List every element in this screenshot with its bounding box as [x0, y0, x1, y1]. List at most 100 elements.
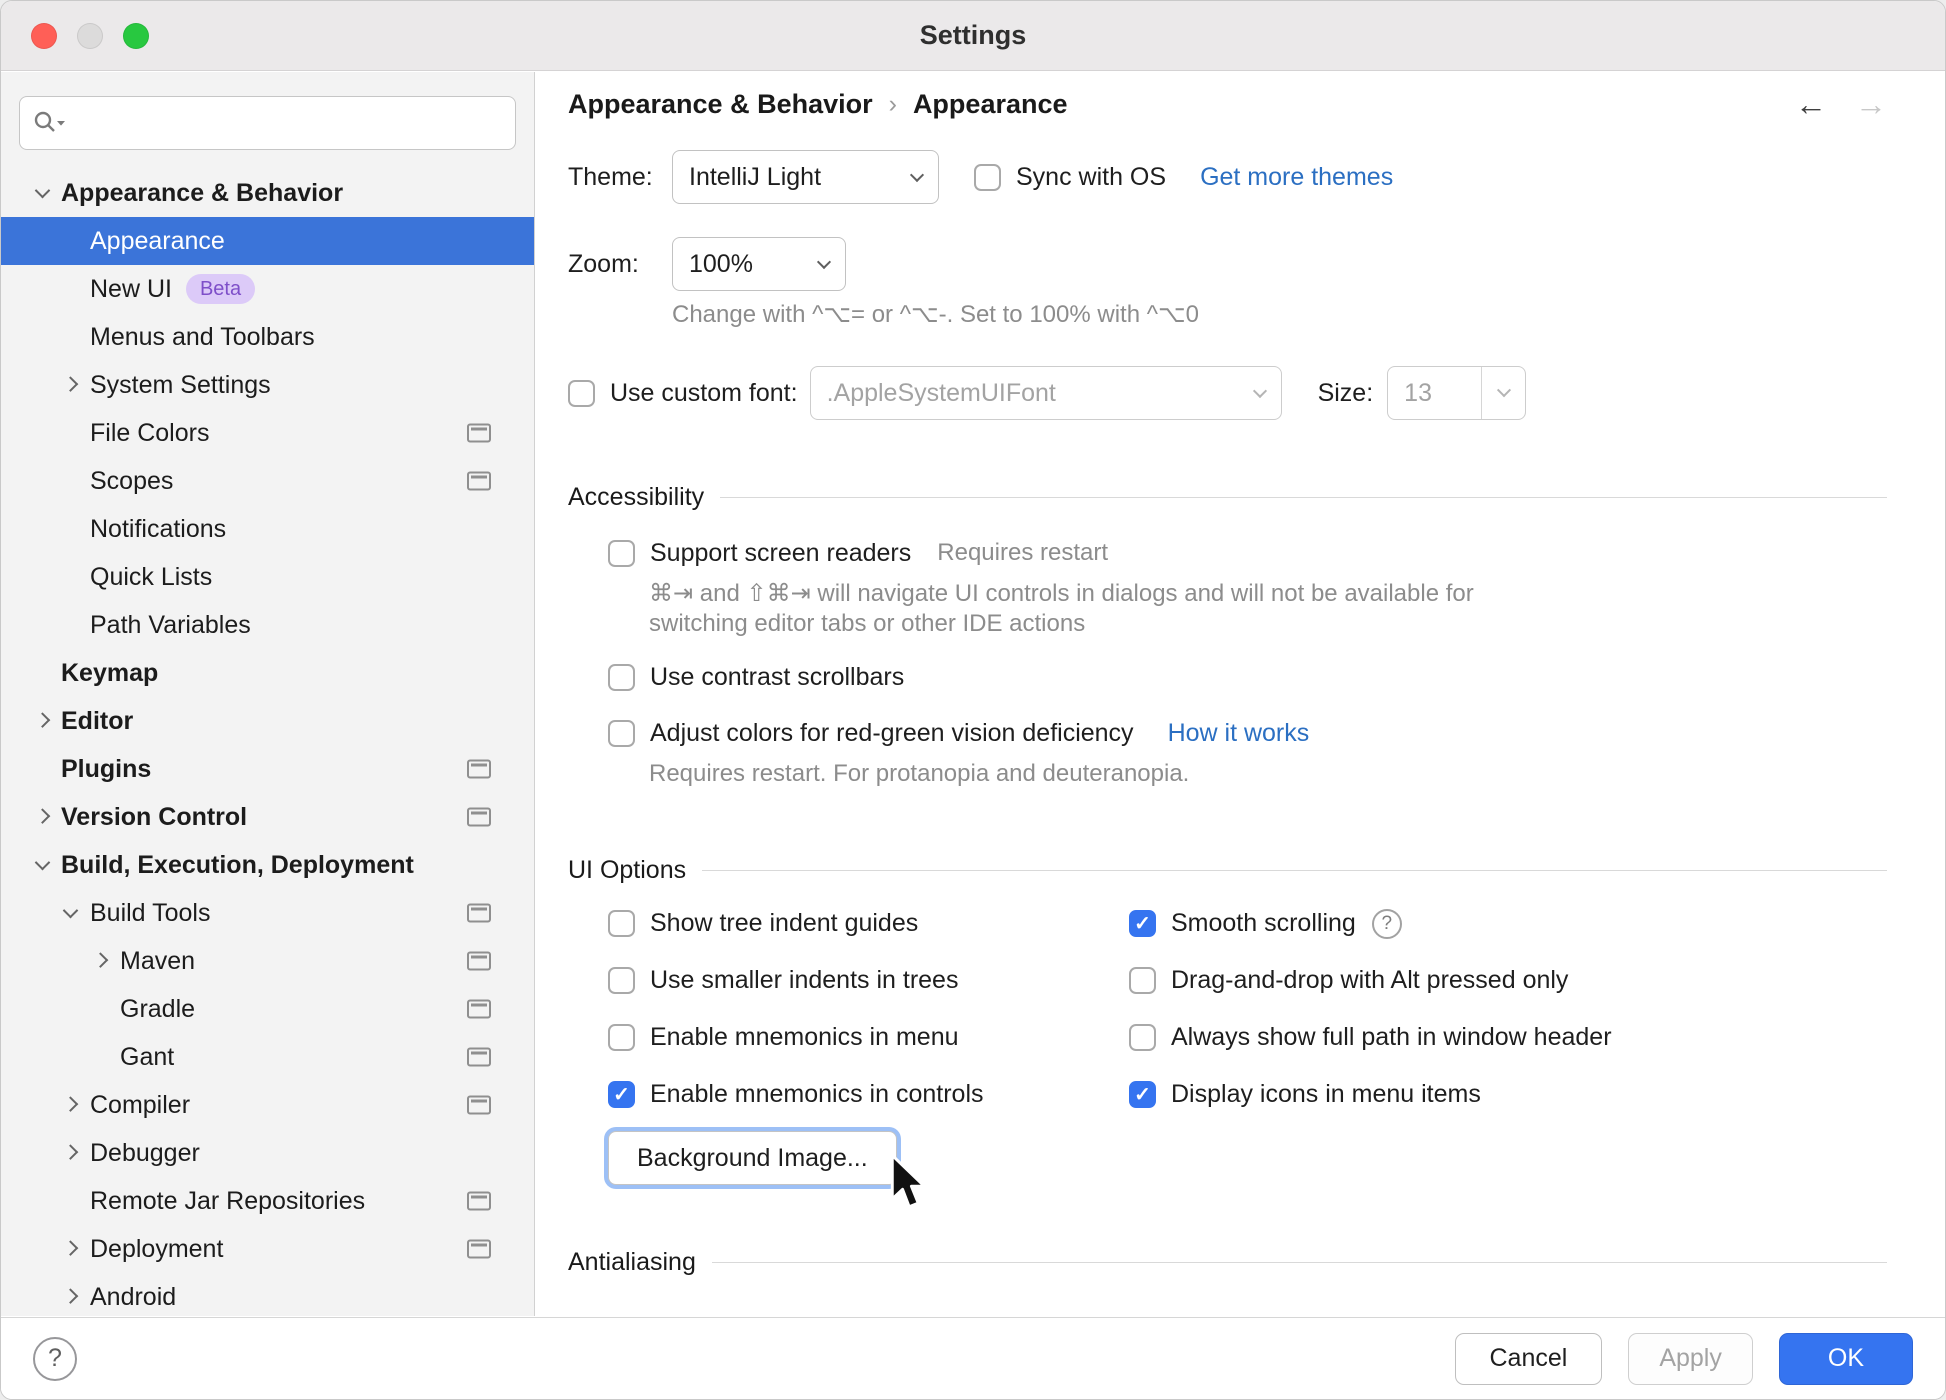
- titlebar: Settings: [1, 1, 1945, 71]
- full-path-window-header-checkbox[interactable]: [1129, 1024, 1156, 1051]
- smooth-scrolling-checkbox[interactable]: [1129, 910, 1156, 937]
- sidebar-item-menus-and-toolbars[interactable]: Menus and Toolbars: [1, 313, 534, 361]
- back-button[interactable]: ←: [1795, 86, 1827, 123]
- forward-button: →: [1855, 85, 1887, 122]
- drag-drop-alt-label: Drag-and-drop with Alt pressed only: [1171, 966, 1569, 994]
- background-image-button[interactable]: Background Image...: [608, 1131, 897, 1185]
- ide-settings-icon: [467, 759, 491, 779]
- accessibility-title: Accessibility: [568, 482, 705, 511]
- sidebar-item-maven[interactable]: Maven: [1, 937, 534, 985]
- screen-readers-hint: ⌘⇥ and ⇧⌘⇥ will navigate UI controls in …: [649, 580, 1474, 637]
- sidebar-item-build-tools[interactable]: Build Tools: [1, 889, 534, 937]
- drag-drop-alt-checkbox[interactable]: [1129, 967, 1156, 994]
- window-title: Settings: [919, 20, 1027, 50]
- sidebar-item-appearance-behavior[interactable]: Appearance & Behavior: [1, 169, 534, 217]
- breadcrumb-separator-icon: ›: [888, 89, 897, 118]
- theme-dropdown[interactable]: IntelliJ Light: [672, 150, 939, 204]
- use-custom-font-checkbox[interactable]: [568, 379, 595, 407]
- dialog-footer: ? Cancel Apply OK: [1, 1317, 1945, 1399]
- section-divider: [720, 496, 1887, 498]
- search-icon: [34, 111, 65, 132]
- page-title: Appearance: [912, 88, 1068, 119]
- minimize-window-button[interactable]: [77, 22, 103, 49]
- settings-search[interactable]: [19, 96, 516, 150]
- sidebar-item-new-ui[interactable]: New UI Beta: [1, 265, 534, 313]
- display-icons-menu-checkbox[interactable]: [1129, 1081, 1156, 1108]
- search-history-chevron-icon: [57, 121, 65, 126]
- section-divider: [711, 1261, 1887, 1263]
- sidebar-item-appearance[interactable]: Appearance: [1, 217, 534, 265]
- sidebar-item-scopes[interactable]: Scopes: [1, 457, 534, 505]
- support-screen-readers-checkbox[interactable]: [608, 539, 635, 567]
- mnemonics-menu-checkbox[interactable]: [608, 1024, 635, 1051]
- ide-settings-icon: [467, 1239, 491, 1259]
- show-tree-indent-guides-checkbox[interactable]: [608, 910, 635, 937]
- ok-button[interactable]: OK: [1778, 1332, 1913, 1385]
- sidebar-item-gradle[interactable]: Gradle: [1, 985, 534, 1033]
- sidebar-item-file-colors[interactable]: File Colors: [1, 409, 534, 457]
- get-more-themes-link[interactable]: Get more themes: [1200, 163, 1393, 192]
- zoom-label: Zoom:: [568, 249, 639, 278]
- search-input[interactable]: [74, 109, 503, 137]
- sidebar-item-version-control[interactable]: Version Control: [1, 793, 534, 841]
- red-green-vision-label: Adjust colors for red-green vision defic…: [650, 718, 1134, 747]
- chevron-down-icon: [816, 254, 832, 269]
- help-icon[interactable]: ?: [1371, 908, 1402, 939]
- settings-window: Settings Appearance & Behavior Appearanc…: [0, 0, 1946, 1400]
- sidebar-item-system-settings[interactable]: System Settings: [1, 361, 534, 409]
- contrast-scrollbars-checkbox[interactable]: [608, 663, 635, 691]
- sidebar-item-build-execution-deployment[interactable]: Build, Execution, Deployment: [1, 841, 534, 889]
- sync-with-os-checkbox[interactable]: [974, 163, 1001, 191]
- beta-badge: Beta: [185, 274, 256, 304]
- ui-options-grid: Show tree indent guides Smooth scrolling…: [608, 895, 1887, 1123]
- smaller-indents-label: Use smaller indents in trees: [650, 966, 959, 994]
- ide-settings-icon: [467, 471, 491, 491]
- font-size-value: 13: [1404, 378, 1432, 407]
- sidebar-item-compiler[interactable]: Compiler: [1, 1081, 534, 1129]
- sidebar-item-quick-lists[interactable]: Quick Lists: [1, 553, 534, 601]
- sidebar-item-debugger[interactable]: Debugger: [1, 1129, 534, 1177]
- ide-settings-icon: [467, 999, 491, 1019]
- close-window-button[interactable]: [31, 22, 57, 49]
- settings-sidebar: Appearance & Behavior Appearance New UI …: [1, 72, 535, 1316]
- custom-font-dropdown: .AppleSystemUIFont: [809, 366, 1282, 420]
- use-custom-font-label: Use custom font:: [610, 378, 798, 407]
- mnemonics-controls-checkbox[interactable]: [608, 1081, 635, 1108]
- how-it-works-link[interactable]: How it works: [1168, 719, 1310, 748]
- sidebar-item-gant[interactable]: Gant: [1, 1033, 534, 1081]
- sidebar-item-deployment[interactable]: Deployment: [1, 1225, 534, 1273]
- ide-settings-icon: [467, 1095, 491, 1115]
- sidebar-item-remote-jar-repositories[interactable]: Remote Jar Repositories: [1, 1177, 534, 1225]
- sidebar-item-keymap[interactable]: Keymap: [1, 649, 534, 697]
- apply-button: Apply: [1628, 1332, 1753, 1385]
- help-button[interactable]: ?: [33, 1336, 77, 1381]
- traffic-lights: [31, 22, 149, 49]
- support-screen-readers-label: Support screen readers: [650, 538, 912, 567]
- accessibility-section-header: Accessibility: [568, 482, 1887, 512]
- sidebar-item-plugins[interactable]: Plugins: [1, 745, 534, 793]
- cancel-button[interactable]: Cancel: [1454, 1332, 1603, 1385]
- mnemonics-controls-label: Enable mnemonics in controls: [650, 1080, 984, 1108]
- red-green-vision-checkbox[interactable]: [608, 719, 635, 747]
- theme-label: Theme:: [568, 162, 653, 191]
- sidebar-item-editor[interactable]: Editor: [1, 697, 534, 745]
- full-path-window-header-label: Always show full path in window header: [1171, 1023, 1612, 1051]
- smaller-indents-checkbox[interactable]: [608, 967, 635, 994]
- breadcrumb-appearance-behavior[interactable]: Appearance & Behavior: [568, 89, 873, 120]
- zoom-dropdown-value: 100%: [689, 249, 753, 278]
- ide-settings-icon: [467, 423, 491, 443]
- antialiasing-title: Antialiasing: [568, 1247, 696, 1276]
- sidebar-item-notifications[interactable]: Notifications: [1, 505, 534, 553]
- display-icons-menu-label: Display icons in menu items: [1171, 1080, 1481, 1108]
- contrast-scrollbars-label: Use contrast scrollbars: [650, 662, 905, 691]
- sidebar-item-android[interactable]: Android: [1, 1273, 534, 1316]
- zoom-dropdown[interactable]: 100%: [672, 237, 846, 291]
- font-size-label: Size:: [1317, 378, 1374, 407]
- font-size-combo: 13: [1387, 366, 1527, 420]
- zoom-window-button[interactable]: [123, 22, 149, 49]
- ui-options-title: UI Options: [568, 855, 687, 884]
- custom-font-value: .AppleSystemUIFont: [826, 378, 1056, 407]
- chevron-down-icon: [909, 167, 925, 182]
- sidebar-item-path-variables[interactable]: Path Variables: [1, 601, 534, 649]
- font-size-dropdown-button: [1481, 367, 1525, 419]
